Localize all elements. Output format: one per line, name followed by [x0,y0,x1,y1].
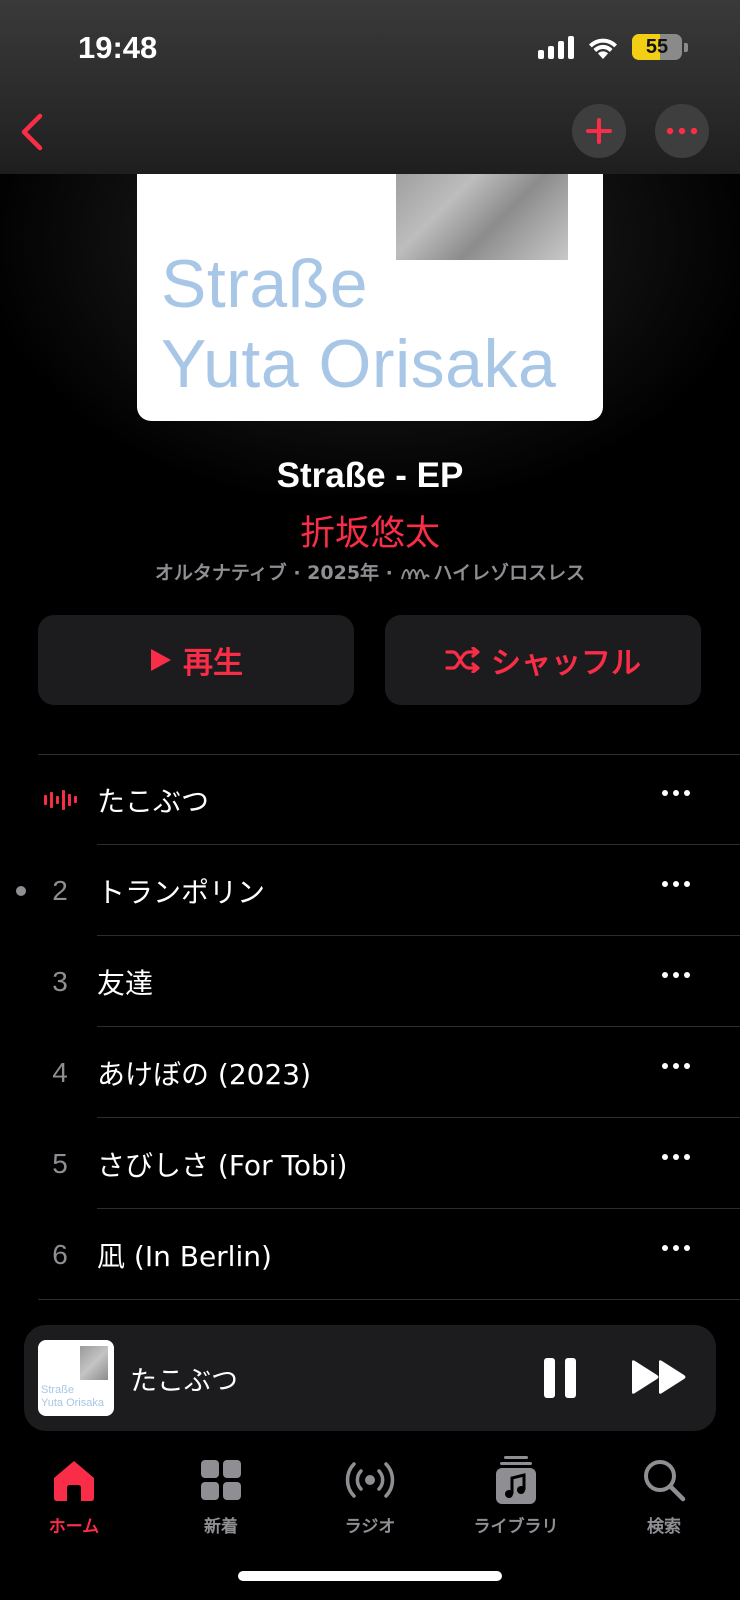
shuffle-button-label: シャッフル [491,646,641,681]
tab-home[interactable]: ホーム [14,1454,134,1537]
track-number: 5 [52,1147,68,1179]
home-indicator [238,1571,502,1581]
search-icon [644,1460,686,1502]
track-more-button[interactable] [662,790,690,796]
track-more-button[interactable] [662,1245,690,1251]
mini-art-line1: Straße [41,1384,75,1396]
tab-search[interactable]: 検索 [604,1454,724,1537]
album-artist[interactable]: 折坂悠太 [0,505,740,556]
battery-icon: 55 [632,34,682,60]
pause-icon [544,1358,555,1398]
track-row[interactable]: 2 トランポリン [0,845,740,936]
play-button-label: 再生 [183,646,243,681]
next-track-button[interactable] [630,1359,688,1399]
status-time: 19:48 [78,30,158,65]
track-row[interactable]: 4 あけぼの (2023) [0,1027,740,1118]
track-row[interactable]: 6 凪 (In Berlin) [0,1209,740,1300]
track-title: あけぼの (2023) [97,1057,312,1091]
track-number: 6 [52,1238,68,1270]
wifi-icon [589,38,617,59]
track-row[interactable]: 5 さびしさ (For Tobi) [0,1118,740,1209]
shuffle-icon [445,647,480,673]
plus-icon [586,118,612,144]
tab-library[interactable]: ライブラリ [456,1454,576,1537]
album-meta: オルタナティブ · 2025年 · ハイレゾロスレス [0,558,740,585]
mini-player-artwork: Straße Yuta Orisaka [38,1340,114,1416]
tab-radio[interactable]: ラジオ [310,1454,430,1537]
add-button[interactable] [572,104,626,158]
album-quality-text: ハイレゾロスレス [433,562,586,584]
play-button[interactable]: 再生 [38,615,354,705]
play-icon [151,649,171,671]
status-icons: 55 [538,34,688,60]
track-title: トランポリン [97,875,266,909]
mini-art-line2: Yuta Orisaka [41,1397,104,1409]
pause-button[interactable] [544,1358,576,1398]
row-divider [38,1299,740,1300]
album-art-line2: Yuta Orisaka [161,326,557,402]
shuffle-button[interactable]: シャッフル [385,615,701,705]
home-icon [54,1461,94,1501]
track-more-button[interactable] [662,972,690,978]
battery-level: 55 [645,35,669,58]
tab-label: 検索 [647,1517,681,1537]
library-icon [496,1456,536,1504]
tab-bar: ホーム 新着 ラジオ ライブラリ 検索 [0,1440,740,1550]
track-title: さびしさ (For Tobi) [97,1148,348,1182]
track-more-button[interactable] [662,881,690,887]
equalizer-icon [43,789,77,810]
track-list: たこぶつ 2 トランポリン 3 友達 4 あけぼの (2023) 5 さびしさ … [0,754,740,1300]
mini-player[interactable]: Straße Yuta Orisaka たこぶつ [24,1325,716,1431]
back-button[interactable] [14,108,54,156]
tab-new[interactable]: 新着 [161,1454,281,1537]
track-number: 3 [52,965,68,997]
ellipsis-icon [666,127,698,135]
mini-art-photo [80,1346,108,1380]
tab-label: ラジオ [344,1517,396,1537]
track-number: 4 [52,1056,68,1088]
unplayed-dot [16,886,26,896]
track-title: 凪 (In Berlin) [97,1239,272,1273]
pause-icon [565,1358,576,1398]
track-title: たこぶつ [97,784,210,818]
grid-icon [201,1460,241,1500]
track-more-button[interactable] [662,1154,690,1160]
tab-label: ライブラリ [473,1517,559,1537]
mini-art-text: Straße Yuta Orisaka [41,1384,104,1410]
nav-bar [0,100,740,170]
more-options-button[interactable] [655,104,709,158]
now-playing-indicator [38,754,82,845]
track-row[interactable]: たこぶつ [0,754,740,845]
mini-player-title: たこぶつ [130,1365,238,1397]
battery-tip [684,42,688,52]
album-art-line1: Straße [161,246,369,322]
hi-res-lossless-icon [400,569,430,580]
track-row[interactable]: 3 友達 [0,936,740,1027]
status-bar: 19:48 55 [0,0,740,100]
track-title: 友達 [97,966,154,1000]
album-title: Straße - EP [276,456,464,495]
chevron-left-icon [21,113,43,151]
track-more-button[interactable] [662,1063,690,1069]
album-art-text: Straße Yuta Orisaka [161,244,556,404]
radio-icon [345,1462,395,1498]
fast-forward-icon [632,1360,686,1394]
tab-label: 新着 [204,1517,238,1537]
signal-icon [538,35,574,59]
track-number: 2 [52,874,68,906]
tab-label: ホーム [48,1517,100,1537]
album-meta-text: オルタナティブ · 2025年 · [154,562,400,584]
